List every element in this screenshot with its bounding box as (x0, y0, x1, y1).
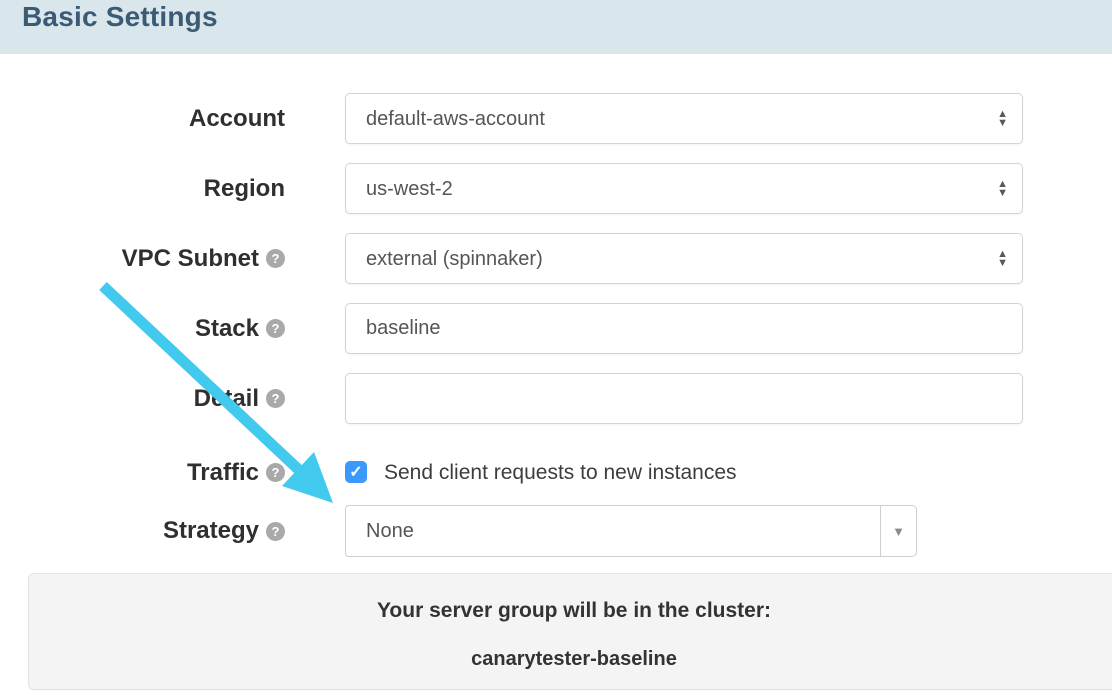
help-icon[interactable]: ? (266, 389, 285, 408)
vpc-subnet-label-text: VPC Subnet (122, 245, 259, 273)
strategy-label: Strategy ? (0, 505, 285, 557)
traffic-checkbox-label: Send client requests to new instances (384, 450, 737, 495)
vpc-subnet-select[interactable]: external (spinnaker) (345, 233, 1023, 284)
cluster-message: Your server group will be in the cluster… (29, 599, 1112, 623)
region-select[interactable]: us-west-2 (345, 163, 1023, 214)
cluster-name: canarytester-baseline (29, 648, 1112, 671)
traffic-checkbox-wrap: ✓ (345, 461, 367, 483)
vpc-subnet-label: VPC Subnet ? (0, 233, 285, 284)
account-control: default-aws-account ▲ ▼ (345, 93, 1023, 144)
vpc-subnet-row: VPC Subnet ? external (spinnaker) ▲ ▼ (0, 233, 1023, 284)
help-icon[interactable]: ? (266, 319, 285, 338)
stack-input[interactable] (345, 303, 1023, 354)
help-icon[interactable]: ? (266, 249, 285, 268)
dropdown-caret-icon: ▼ (892, 524, 905, 539)
section-title: Basic Settings (22, 1, 218, 33)
detail-input[interactable] (345, 373, 1023, 424)
strategy-row: Strategy ? None ▼ (0, 505, 1023, 557)
region-label-text: Region (204, 175, 285, 203)
traffic-row: Traffic ? ✓ Send client requests to new … (0, 450, 1023, 495)
strategy-control: None ▼ (345, 505, 917, 557)
strategy-label-text: Strategy (163, 517, 259, 545)
vpc-subnet-control: external (spinnaker) ▲ ▼ (345, 233, 1023, 284)
strategy-selected-value: None (366, 520, 414, 543)
cluster-info-panel: Your server group will be in the cluster… (28, 573, 1112, 690)
detail-row: Detail ? (0, 373, 1023, 424)
detail-label-text: Detail (194, 385, 259, 413)
account-label: Account (0, 93, 285, 144)
help-icon[interactable]: ? (266, 463, 285, 482)
stack-label: Stack ? (0, 303, 285, 354)
stack-row: Stack ? (0, 303, 1023, 354)
basic-settings-screen: Basic Settings Account default-aws-accou… (0, 0, 1112, 700)
help-icon[interactable]: ? (266, 522, 285, 541)
account-label-text: Account (189, 105, 285, 133)
traffic-label-text: Traffic (187, 459, 259, 487)
section-header: Basic Settings (0, 0, 1112, 54)
stack-control (345, 303, 1023, 354)
strategy-select[interactable]: None (345, 505, 881, 557)
account-select[interactable]: default-aws-account (345, 93, 1023, 144)
account-row: Account default-aws-account ▲ ▼ (0, 93, 1023, 144)
traffic-label: Traffic ? (0, 450, 285, 495)
strategy-dropdown-button[interactable]: ▼ (880, 505, 917, 557)
detail-label: Detail ? (0, 373, 285, 424)
region-row: Region us-west-2 ▲ ▼ (0, 163, 1023, 214)
region-label: Region (0, 163, 285, 214)
region-control: us-west-2 ▲ ▼ (345, 163, 1023, 214)
detail-control (345, 373, 1023, 424)
traffic-checkbox[interactable] (345, 461, 367, 483)
stack-label-text: Stack (195, 315, 259, 343)
